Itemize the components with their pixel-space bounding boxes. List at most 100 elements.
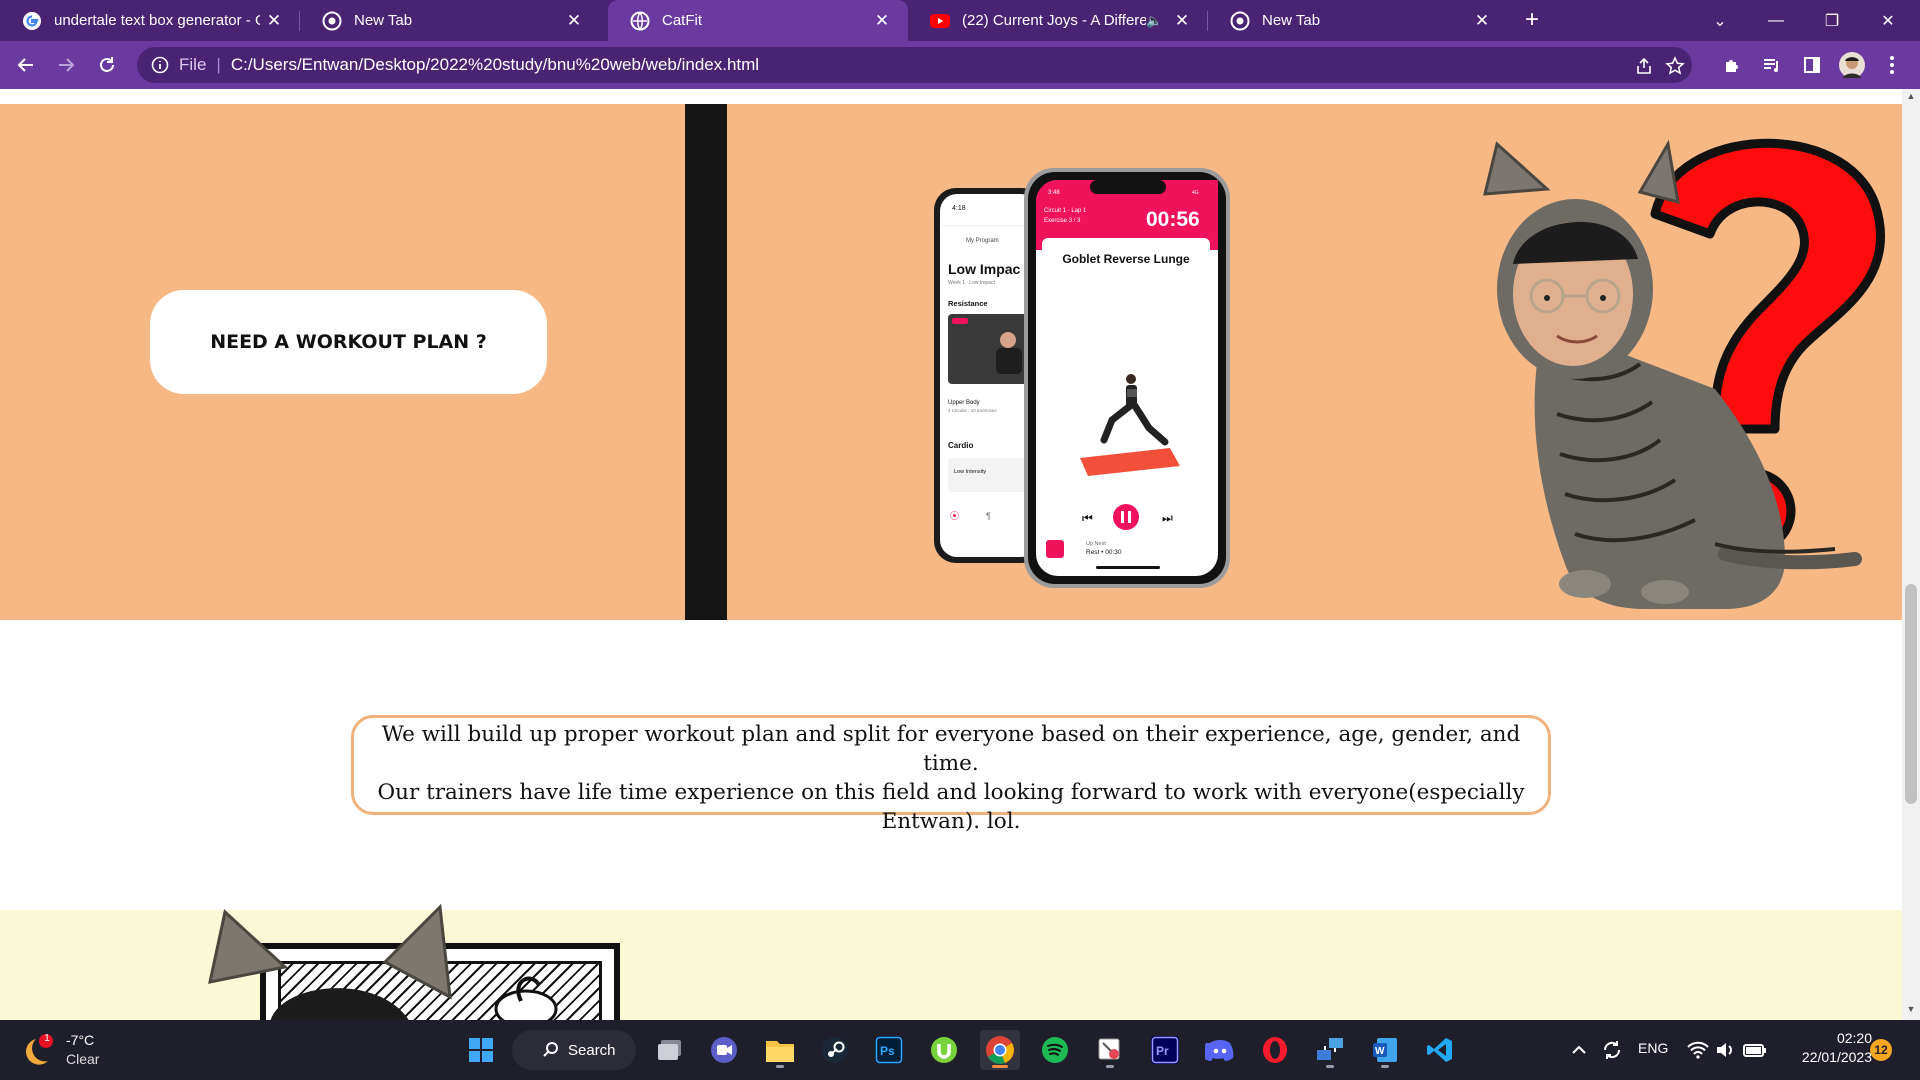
vertical-divider xyxy=(685,104,727,620)
close-window-button[interactable]: ✕ xyxy=(1860,0,1916,41)
windows-taskbar: 1 -7°C Clear Search Ps Pr W ENG 02:20 22… xyxy=(0,1020,1920,1080)
chrome-icon xyxy=(322,11,342,31)
tab-new-tab-1[interactable]: New Tab ✕ xyxy=(300,0,600,41)
notification-count-badge[interactable]: 12 xyxy=(1870,1039,1892,1061)
word-icon[interactable]: W xyxy=(1365,1030,1405,1070)
opera-icon[interactable] xyxy=(1255,1030,1295,1070)
close-icon[interactable]: ✕ xyxy=(1168,11,1196,31)
task-view-icon[interactable] xyxy=(650,1030,690,1070)
my-program-label: My Program xyxy=(966,238,999,244)
tab-search-icon[interactable]: ⌄ xyxy=(1692,0,1748,41)
weather-alert-badge: 1 xyxy=(44,1033,50,1044)
audio-playing-icon[interactable]: 🔈 xyxy=(1146,13,1168,29)
sync-icon[interactable] xyxy=(1596,1030,1628,1070)
vscode-icon[interactable] xyxy=(1420,1030,1460,1070)
steam-icon[interactable] xyxy=(815,1030,855,1070)
upper-body-label: Upper Body xyxy=(948,400,980,406)
tab-title: New Tab xyxy=(354,12,413,29)
premiere-icon[interactable]: Pr xyxy=(1145,1030,1185,1070)
tab-undertale[interactable]: undertale text box generator - Go ✕ xyxy=(0,0,300,41)
tab-catfit[interactable]: CatFit ✕ xyxy=(608,0,908,41)
search-icon xyxy=(543,1042,558,1057)
extensions-icon[interactable] xyxy=(1716,49,1748,81)
back-button[interactable] xyxy=(10,49,42,81)
tray-overflow-chevron-icon[interactable] xyxy=(1565,1030,1593,1070)
tab-new-tab-2[interactable]: New Tab ✕ xyxy=(1208,0,1508,41)
athlete-figure xyxy=(1126,374,1136,384)
running-indicator xyxy=(1106,1065,1114,1068)
file-explorer-icon[interactable] xyxy=(760,1030,800,1070)
program-subtitle: Week 1 · Low Impact xyxy=(948,280,995,286)
language-indicator[interactable]: ENG xyxy=(1638,1040,1668,1056)
close-icon[interactable]: ✕ xyxy=(260,11,288,31)
url-text[interactable]: C:/Users/Entwan/Desktop/2022%20study/bnu… xyxy=(231,55,759,75)
share-icon[interactable] xyxy=(1632,54,1656,78)
profile-avatar[interactable] xyxy=(1836,49,1868,81)
network-label: 4G xyxy=(1192,190,1199,196)
chrome-taskbar-icon[interactable] xyxy=(980,1030,1020,1070)
web-page: NEED A WORKOUT PLAN ? 4:18 My Program Lo… xyxy=(0,89,1902,1020)
up-next-label: Up Next xyxy=(1086,541,1106,547)
close-icon[interactable]: ✕ xyxy=(560,11,588,31)
snipping-tool-icon[interactable] xyxy=(1090,1030,1130,1070)
weather-widget[interactable]: 1 -7°C Clear xyxy=(24,1030,144,1070)
info-icon[interactable] xyxy=(149,54,171,76)
running-indicator xyxy=(1326,1065,1334,1068)
utorrent-icon[interactable] xyxy=(924,1030,964,1070)
bookmark-star-icon[interactable] xyxy=(1663,54,1687,78)
pause-button xyxy=(1113,504,1139,530)
scroll-up-icon[interactable]: ▲ xyxy=(1902,91,1920,105)
side-panel-icon[interactable] xyxy=(1796,49,1828,81)
wifi-icon[interactable] xyxy=(1684,1030,1712,1070)
tab-title: CatFit xyxy=(662,12,703,29)
start-icon[interactable] xyxy=(461,1030,501,1070)
reload-button[interactable] xyxy=(91,49,123,81)
restore-button[interactable]: ❐ xyxy=(1804,0,1860,41)
tab-title: undertale text box generator - Go xyxy=(54,12,260,29)
globe-icon xyxy=(630,11,650,31)
media-controls-icon[interactable] xyxy=(1756,49,1788,81)
battery-icon[interactable] xyxy=(1740,1030,1770,1070)
system-clock[interactable]: 02:20 22/01/2023 xyxy=(1782,1029,1872,1067)
up-next-thumb xyxy=(1046,540,1064,558)
chrome-icon xyxy=(1230,11,1250,31)
home-indicator xyxy=(1096,566,1160,569)
front-phone-time: 3:48 xyxy=(1048,190,1060,196)
minimize-button[interactable]: — xyxy=(1748,0,1804,41)
scroll-thumb[interactable] xyxy=(1905,584,1917,804)
phone-app-mockup: 4:18 My Program Low Impac Week 1 · Low I… xyxy=(934,168,1230,588)
active-indicator xyxy=(992,1065,1008,1068)
svg-text:W: W xyxy=(1375,1046,1385,1057)
circuit-lap-label: Circuit 1 · Lap 1 xyxy=(1044,208,1087,214)
running-indicator xyxy=(776,1065,784,1068)
close-icon[interactable]: ✕ xyxy=(1468,11,1496,31)
discord-icon[interactable] xyxy=(1200,1030,1240,1070)
hero-section: NEED A WORKOUT PLAN ? 4:18 My Program Lo… xyxy=(0,104,1902,620)
menu-kebab-icon[interactable] xyxy=(1876,49,1908,81)
forward-button[interactable] xyxy=(50,49,82,81)
rest-label: Rest • 00:30 xyxy=(1086,549,1122,556)
taskbar-search[interactable]: Search xyxy=(512,1030,636,1070)
tab-title: New Tab xyxy=(1262,12,1321,29)
url-scheme-label: File xyxy=(179,55,207,74)
tab-youtube[interactable]: (22) Current Joys - A Differen 🔈 ✕ xyxy=(908,0,1208,41)
weather-condition: Clear xyxy=(66,1051,100,1067)
close-icon[interactable]: ✕ xyxy=(868,11,896,31)
forward-arrow-icon xyxy=(59,58,75,72)
circuits-label: 4 Circuits · 10 Exercises xyxy=(948,408,997,413)
page-scrollbar[interactable]: ▲ ▼ xyxy=(1902,89,1920,1020)
network-tool-icon[interactable] xyxy=(1310,1030,1350,1070)
clock-date: 22/01/2023 xyxy=(1801,1049,1872,1065)
new-tab-button[interactable]: + xyxy=(1518,6,1546,34)
scroll-down-icon[interactable]: ▼ xyxy=(1902,1004,1920,1018)
workout-plan-callout[interactable]: NEED A WORKOUT PLAN ? xyxy=(150,290,547,394)
spotify-icon[interactable] xyxy=(1035,1030,1075,1070)
photoshop-icon[interactable]: Ps xyxy=(869,1030,909,1070)
teams-icon[interactable] xyxy=(704,1030,744,1070)
volume-icon[interactable] xyxy=(1712,1030,1740,1070)
exercise-timer: 00:56 xyxy=(1146,208,1200,231)
google-icon xyxy=(22,11,42,31)
address-bar[interactable]: File | C:/Users/Entwan/Desktop/2022%20st… xyxy=(137,47,1692,83)
reload-icon xyxy=(100,57,114,72)
next-icon: ⏭ xyxy=(1162,511,1173,525)
